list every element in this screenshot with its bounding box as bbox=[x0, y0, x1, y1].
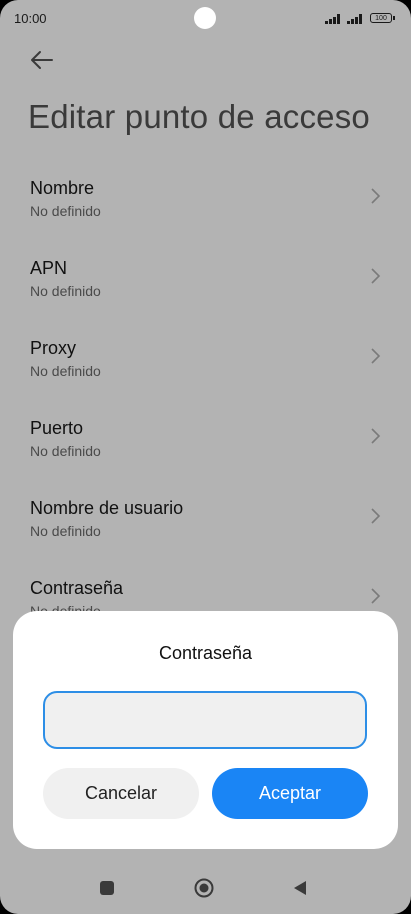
triangle-icon bbox=[294, 881, 306, 895]
signal-icon bbox=[347, 14, 366, 24]
setting-row-nombre[interactable]: Nombre No definido bbox=[0, 178, 411, 258]
setting-value: No definido bbox=[30, 443, 101, 459]
page-title: Editar punto de acceso bbox=[28, 98, 370, 135]
battery-tip bbox=[393, 16, 395, 20]
setting-label: Contraseña bbox=[30, 578, 124, 598]
password-dialog: Contraseña Cancelar Aceptar bbox=[13, 611, 398, 849]
setting-label: Nombre bbox=[30, 178, 95, 198]
accept-button[interactable]: Aceptar bbox=[212, 768, 368, 819]
setting-row-proxy[interactable]: Proxy No definido bbox=[0, 338, 411, 418]
chevron-right-icon bbox=[371, 188, 381, 204]
setting-value: No definido bbox=[30, 203, 101, 219]
front-camera bbox=[194, 7, 216, 29]
status-time: 10:00 bbox=[14, 11, 47, 26]
back-button[interactable] bbox=[26, 44, 58, 76]
circle-icon bbox=[194, 878, 214, 898]
chevron-right-icon bbox=[371, 508, 381, 524]
chevron-right-icon bbox=[371, 588, 381, 604]
battery-icon: 100 bbox=[370, 13, 392, 23]
chevron-right-icon bbox=[371, 428, 381, 444]
cancel-button[interactable]: Cancelar bbox=[43, 768, 199, 819]
setting-label: Proxy bbox=[30, 338, 77, 358]
recents-button[interactable] bbox=[100, 881, 114, 895]
dialog-title: Contraseña bbox=[158, 643, 253, 663]
setting-row-nombre-de-usuario[interactable]: Nombre de usuario No definido bbox=[0, 498, 411, 578]
setting-value: No definido bbox=[30, 283, 101, 299]
password-input[interactable] bbox=[43, 691, 367, 749]
chevron-right-icon bbox=[371, 348, 381, 364]
arrow-left-icon bbox=[31, 51, 53, 69]
setting-row-puerto[interactable]: Puerto No definido bbox=[0, 418, 411, 498]
setting-row-apn[interactable]: APN No definido bbox=[0, 258, 411, 338]
signal-icon bbox=[325, 14, 344, 24]
screen: 10:00 100 Editar punto de acceso Nombre … bbox=[0, 0, 411, 914]
setting-label: Puerto bbox=[30, 418, 84, 438]
chevron-right-icon bbox=[371, 268, 381, 284]
setting-value: No definido bbox=[30, 363, 101, 379]
setting-value: No definido bbox=[30, 523, 101, 539]
setting-label: Nombre de usuario bbox=[30, 498, 184, 518]
nav-back-button[interactable] bbox=[292, 880, 308, 896]
home-button[interactable] bbox=[194, 878, 214, 898]
status-bar: 10:00 100 bbox=[0, 0, 411, 36]
setting-label: APN bbox=[30, 258, 68, 278]
